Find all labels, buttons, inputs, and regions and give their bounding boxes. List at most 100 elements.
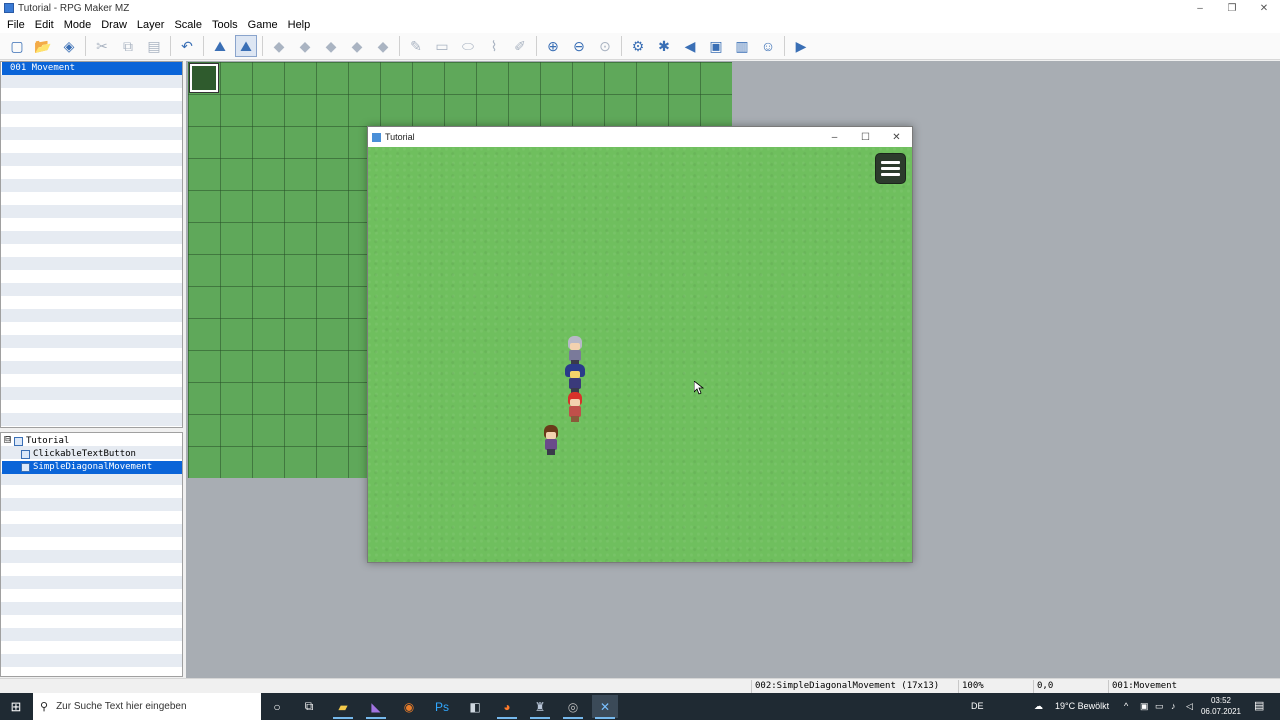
open-project-icon[interactable]: 📂 xyxy=(32,35,54,57)
playtest-close-button[interactable]: ✕ xyxy=(881,127,912,147)
tray-chevron-icon[interactable]: ^ xyxy=(1124,693,1128,720)
layer-b-icon[interactable]: ◆ xyxy=(294,35,316,57)
new-project-icon[interactable]: ▢ xyxy=(6,35,28,57)
weather-text[interactable]: 19°C Bewölkt xyxy=(1055,693,1109,720)
playtest-window-controls: – ☐ ✕ xyxy=(819,127,912,147)
windows-start-icon[interactable]: ⊞ xyxy=(0,693,32,720)
cortana-icon[interactable]: ○ xyxy=(264,695,290,718)
file-explorer-icon[interactable]: ▰ xyxy=(330,695,356,719)
blender-icon[interactable]: ◉ xyxy=(396,695,422,718)
menu-scale[interactable]: Scale xyxy=(169,19,207,31)
status-bar: 002:SimpleDiagonalMovement (17x13) 100% … xyxy=(0,678,1280,693)
volume-icon[interactable]: ◁ xyxy=(1186,693,1193,720)
tray-device-icon[interactable]: ▣ xyxy=(1140,693,1149,720)
weather-icon[interactable]: ☁ xyxy=(1034,693,1043,720)
playtest-maximize-button[interactable]: ☐ xyxy=(850,127,881,147)
restore-button[interactable]: ❐ xyxy=(1216,0,1248,16)
event-mode-icon[interactable]: ⛰ xyxy=(235,35,257,57)
clock-date: 06.07.2021 xyxy=(1200,707,1242,716)
search-icon: ⚲ xyxy=(40,701,49,713)
menu-draw[interactable]: Draw xyxy=(96,19,132,31)
firefox-icon[interactable]: ◕ xyxy=(494,695,520,719)
playtest-title-bar: Tutorial – ☐ ✕ xyxy=(368,127,912,147)
photoshop-icon[interactable]: Ps xyxy=(429,695,455,718)
microphone-icon[interactable]: ♪ xyxy=(1171,693,1176,720)
selected-map-row[interactable]: 001 Movement xyxy=(2,62,182,75)
map-mode-icon[interactable]: ⛰ xyxy=(209,35,231,57)
network-icon[interactable]: ▭ xyxy=(1155,693,1164,720)
hamburger-menu-icon[interactable] xyxy=(875,153,906,184)
flood-fill-icon[interactable]: ⌇ xyxy=(483,35,505,57)
tree-item-map-selected[interactable]: SimpleDiagonalMovement xyxy=(2,461,182,474)
menu-help[interactable]: Help xyxy=(283,19,316,31)
party-member-sprite xyxy=(564,364,586,394)
event-searcher-icon[interactable]: ▣ xyxy=(705,35,727,57)
taskbar-search-box[interactable]: ⚲ Zur Suche Text hier eingeben xyxy=(33,693,261,720)
tileset-panel[interactable]: 001 Movement xyxy=(0,61,183,428)
save-project-icon[interactable]: ◈ xyxy=(58,35,80,57)
layer-c-icon[interactable]: ◆ xyxy=(320,35,342,57)
paste-icon[interactable]: ▤ xyxy=(143,35,165,57)
language-indicator[interactable]: DE xyxy=(971,693,984,720)
vscode-small-icon[interactable]: ◧ xyxy=(462,695,488,718)
resource-manager-icon[interactable]: ▥ xyxy=(731,35,753,57)
tree-item-label: ClickableTextButton xyxy=(33,449,136,459)
task-view-icon[interactable]: ⧉ xyxy=(296,695,322,718)
tree-root-item[interactable]: Tutorial xyxy=(14,435,69,448)
toolbar-divider xyxy=(784,36,785,56)
vscode-icon[interactable]: ✕ xyxy=(592,695,618,719)
status-map-info: 002:SimpleDiagonalMovement (17x13) xyxy=(751,680,958,693)
menu-game[interactable]: Game xyxy=(243,19,283,31)
playtest-minimize-button[interactable]: – xyxy=(819,127,850,147)
close-button[interactable]: ✕ xyxy=(1248,0,1280,16)
game-app-icon xyxy=(372,132,381,142)
layer-a-icon[interactable]: ◆ xyxy=(268,35,290,57)
player-sprite xyxy=(540,425,562,455)
undo-icon[interactable]: ↶ xyxy=(176,35,198,57)
plugin-manager-icon[interactable]: ✱ xyxy=(653,35,675,57)
party-member-sprite xyxy=(564,336,586,366)
toolbar-divider xyxy=(262,36,263,56)
database-icon[interactable]: ⚙ xyxy=(627,35,649,57)
pencil-icon[interactable]: ✎ xyxy=(405,35,427,57)
app-title-bar: Tutorial - RPG Maker MZ – ❐ ✕ xyxy=(0,0,1280,16)
zoom-actual-icon[interactable]: ⊙ xyxy=(594,35,616,57)
tree-item-map[interactable]: ClickableTextButton xyxy=(21,448,136,461)
collapse-toggle[interactable]: ⊟ xyxy=(4,436,11,443)
windows-taskbar: ⊞ ⚲ Zur Suche Text hier eingeben ○ ⧉ ▰ ◣… xyxy=(0,693,1280,720)
zoom-in-icon[interactable]: ⊕ xyxy=(542,35,564,57)
layer-d-icon[interactable]: ◆ xyxy=(346,35,368,57)
toolbar-divider xyxy=(399,36,400,56)
shadow-pen-icon[interactable]: ✐ xyxy=(509,35,531,57)
map-icon xyxy=(21,463,30,472)
playtest-icon[interactable]: ▶ xyxy=(790,35,812,57)
zoom-out-icon[interactable]: ⊖ xyxy=(568,35,590,57)
rpg-maker-app-icon xyxy=(4,3,14,13)
menu-bar: File Edit Mode Draw Layer Scale Tools Ga… xyxy=(0,16,1280,33)
menu-layer[interactable]: Layer xyxy=(132,19,170,31)
sound-test-icon[interactable]: ◀ xyxy=(679,35,701,57)
tree-root-label: Tutorial xyxy=(26,436,70,446)
taskbar-clock[interactable]: 03:52 06.07.2021 xyxy=(1196,695,1246,717)
obs-icon[interactable]: ◎ xyxy=(560,695,586,719)
menu-tools[interactable]: Tools xyxy=(207,19,243,31)
cut-icon[interactable]: ✂ xyxy=(91,35,113,57)
rectangle-icon[interactable]: ▭ xyxy=(431,35,453,57)
rpg-maker-icon[interactable]: ♜ xyxy=(527,695,553,719)
character-generator-icon[interactable]: ☺ xyxy=(757,35,779,57)
layer-e-icon[interactable]: ◆ xyxy=(372,35,394,57)
ellipse-icon[interactable]: ⬭ xyxy=(457,35,479,57)
toolbar-divider xyxy=(85,36,86,56)
minimize-button[interactable]: – xyxy=(1184,0,1216,16)
map-icon xyxy=(21,450,30,459)
game-screen[interactable] xyxy=(368,147,912,562)
visual-studio-icon[interactable]: ◣ xyxy=(363,695,389,719)
menu-edit[interactable]: Edit xyxy=(30,19,59,31)
copy-icon[interactable]: ⧉ xyxy=(117,35,139,57)
menu-file[interactable]: File xyxy=(2,19,30,31)
tree-item-label: SimpleDiagonalMovement xyxy=(33,462,153,472)
notification-icon[interactable]: ▤ xyxy=(1254,693,1264,720)
menu-mode[interactable]: Mode xyxy=(59,19,97,31)
map-tree-panel: ⊟ Tutorial ClickableTextButton SimpleDia… xyxy=(0,432,183,677)
window-title: Tutorial - RPG Maker MZ xyxy=(18,2,130,14)
